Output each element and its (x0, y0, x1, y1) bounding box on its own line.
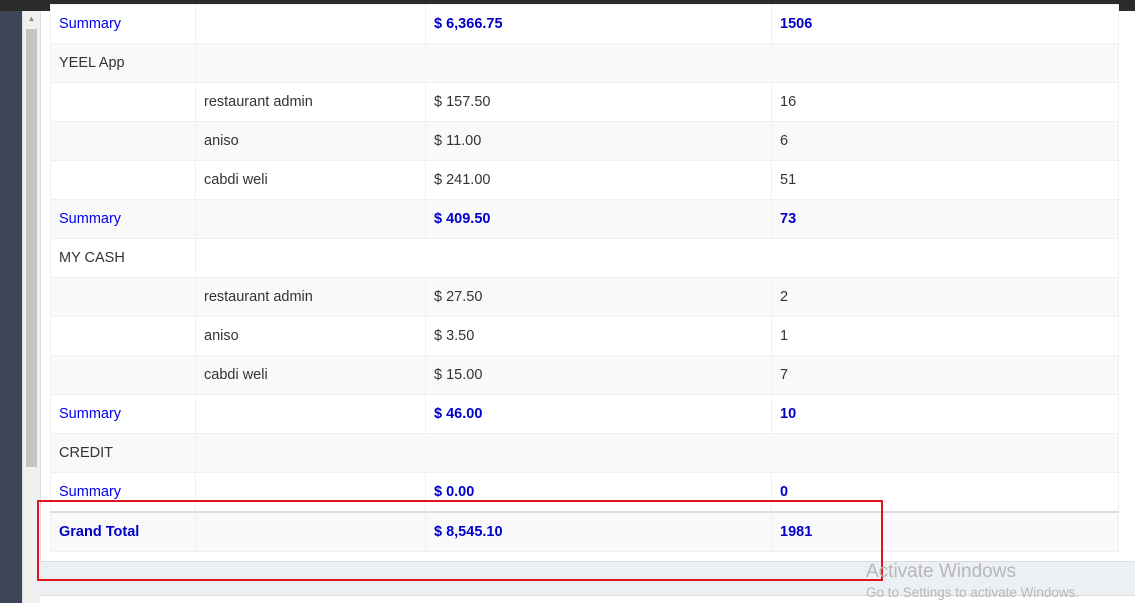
scroll-up-arrow-icon[interactable]: ▲ (23, 13, 40, 25)
row-empty-cell (50, 355, 196, 395)
scrollbar-thumb[interactable] (26, 29, 37, 467)
row-amount: $ 11.00 (425, 121, 772, 161)
row-empty-cell (50, 160, 196, 200)
summary-empty-cell (195, 394, 426, 434)
summary-count: 1506 (771, 4, 1119, 44)
table-row: aniso $ 3.50 1 (50, 316, 1119, 356)
report-panel: Summary $ 6,366.75 1506 YEEL App restaurant … (40, 4, 1135, 562)
table-row: aniso $ 11.00 6 (50, 121, 1119, 161)
payment-method-empty-cell (195, 238, 1119, 278)
sidebar-edge (0, 11, 22, 603)
highlight-box (37, 500, 883, 581)
row-user: restaurant admin (195, 82, 426, 122)
summary-empty-cell (195, 199, 426, 239)
summary-label: Summary (50, 199, 196, 239)
row-count: 2 (771, 277, 1119, 317)
row-user: aniso (195, 316, 426, 356)
row-empty-cell (50, 82, 196, 122)
summary-label: Summary (50, 394, 196, 434)
watermark-title: Activate Windows (866, 561, 1016, 582)
row-empty-cell (50, 316, 196, 356)
row-amount: $ 27.50 (425, 277, 772, 317)
row-user: cabdi weli (195, 160, 426, 200)
row-amount: $ 241.00 (425, 160, 772, 200)
table-row: restaurant admin $ 27.50 2 (50, 277, 1119, 317)
row-count: 16 (771, 82, 1119, 122)
table-row: cabdi weli $ 15.00 7 (50, 355, 1119, 395)
row-empty-cell (50, 121, 196, 161)
report-table-body: Summary $ 6,366.75 1506 YEEL App restaurant … (50, 4, 1119, 512)
payment-method-empty-cell (195, 433, 1119, 473)
row-amount: $ 157.50 (425, 82, 772, 122)
summary-amount: $ 6,366.75 (425, 4, 772, 44)
row-count: 6 (771, 121, 1119, 161)
row-count: 7 (771, 355, 1119, 395)
row-count: 1 (771, 316, 1119, 356)
payment-method-empty-cell (195, 43, 1119, 83)
row-amount: $ 15.00 (425, 355, 772, 395)
row-count: 51 (771, 160, 1119, 200)
payment-method-row: MY CASH (50, 238, 1119, 278)
summary-count: 73 (771, 199, 1119, 239)
payment-method-row: CREDIT (50, 433, 1119, 473)
summary-amount: $ 46.00 (425, 394, 772, 434)
summary-row: Summary $ 409.50 73 (50, 199, 1119, 239)
summary-amount: $ 409.50 (425, 199, 772, 239)
row-empty-cell (50, 277, 196, 317)
summary-row: Summary $ 46.00 10 (50, 394, 1119, 434)
row-amount: $ 3.50 (425, 316, 772, 356)
table-row: restaurant admin $ 157.50 16 (50, 82, 1119, 122)
row-user: cabdi weli (195, 355, 426, 395)
summary-row: Summary $ 6,366.75 1506 (50, 4, 1119, 44)
row-user: aniso (195, 121, 426, 161)
activate-windows-watermark: Activate Windows Go to Settings to activ… (866, 561, 1079, 602)
sales-report-table: Summary $ 6,366.75 1506 YEEL App restaurant … (50, 4, 1119, 552)
row-user: restaurant admin (195, 277, 426, 317)
table-row: cabdi weli $ 241.00 51 (50, 160, 1119, 200)
payment-method-label: CREDIT (50, 433, 196, 473)
summary-empty-cell (195, 4, 426, 44)
payment-method-row: YEEL App (50, 43, 1119, 83)
summary-count: 10 (771, 394, 1119, 434)
watermark-subtitle: Go to Settings to activate Windows. (866, 585, 1080, 600)
summary-label: Summary (50, 4, 196, 44)
payment-method-label: YEEL App (50, 43, 196, 83)
payment-method-label: MY CASH (50, 238, 196, 278)
